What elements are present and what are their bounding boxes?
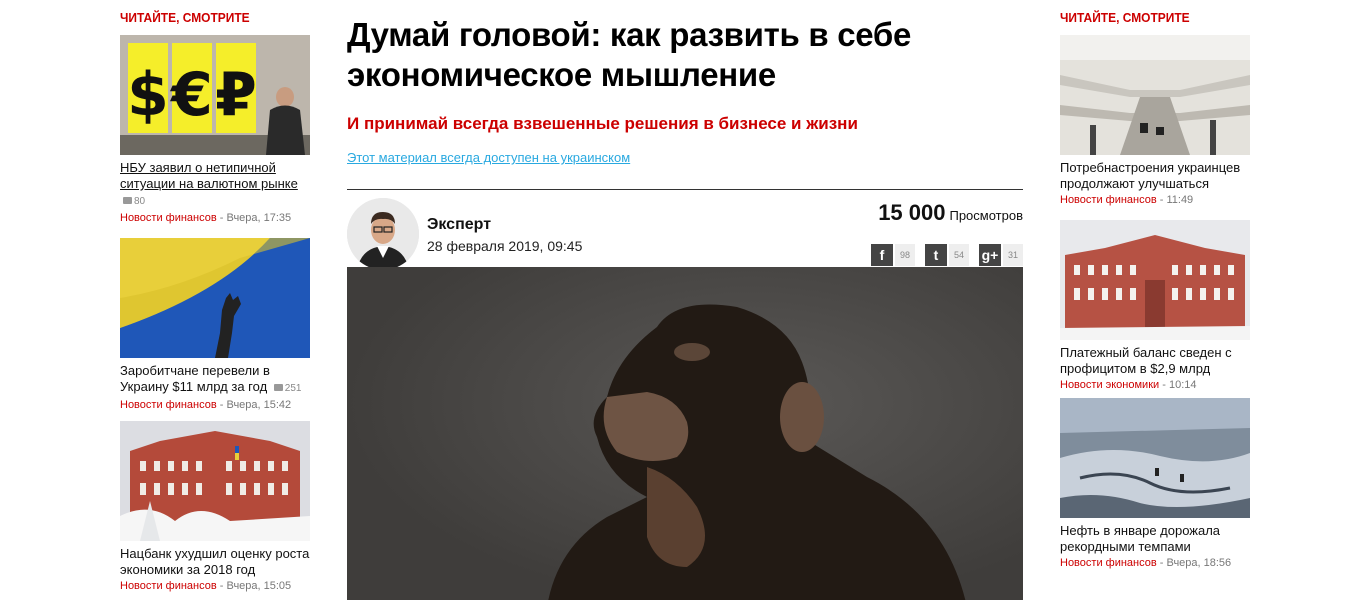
news-card[interactable]: Платежный баланс сведен с профицитом в $… bbox=[1060, 220, 1250, 392]
news-title[interactable]: НБУ заявил о нетипичной ситуации на валю… bbox=[120, 160, 298, 191]
news-category[interactable]: Новости экономики bbox=[1060, 379, 1159, 391]
article: Думай головой: как развить в себе эконом… bbox=[347, 0, 1023, 600]
news-meta: Новости финансов - Вчера, 15:05 bbox=[120, 580, 292, 592]
sidebar-heading: ЧИТАЙТЕ, СМОТРИТЕ bbox=[120, 10, 250, 25]
news-category[interactable]: Новости финансов bbox=[120, 580, 217, 592]
facebook-share[interactable]: f 98 bbox=[871, 244, 915, 266]
news-title[interactable]: Потребнастроения украинцев продолжают ул… bbox=[1060, 160, 1240, 191]
facebook-icon[interactable]: f bbox=[871, 244, 893, 266]
publish-date: 28 февраля 2019, 09:45 bbox=[427, 238, 583, 254]
news-category[interactable]: Новости финансов bbox=[120, 212, 217, 224]
ukrainian-version-link[interactable]: Этот материал всегда доступен на украинс… bbox=[347, 150, 630, 165]
news-meta: Новости финансов - Вчера, 18:56 bbox=[1060, 557, 1232, 569]
news-category[interactable]: Новости финансов bbox=[1060, 194, 1157, 206]
news-title[interactable]: Платежный баланс сведен с профицитом в $… bbox=[1060, 345, 1232, 376]
article-headline: Думай головой: как развить в себе эконом… bbox=[347, 16, 912, 93]
svg-text:₽: ₽ bbox=[215, 60, 257, 130]
news-card[interactable]: Нефть в январе дорожала рекордными темпа… bbox=[1060, 398, 1250, 570]
news-category[interactable]: Новости финансов bbox=[1060, 557, 1157, 569]
author-row: Эксперт 28 февраля 2019, 09:45 15 000 Про… bbox=[347, 190, 1023, 278]
left-sidebar: ЧИТАЙТЕ, СМОТРИТЕ $ € ₽ НБУ заявил о нет… bbox=[120, 0, 310, 593]
news-card[interactable]: Потребнастроения украинцев продолжают ул… bbox=[1060, 35, 1250, 207]
news-time: Вчера, 17:35 bbox=[226, 212, 292, 224]
news-time: 11:49 bbox=[1166, 194, 1194, 206]
googleplus-share[interactable]: g+ 31 bbox=[979, 244, 1023, 266]
news-time: 10:14 bbox=[1168, 379, 1197, 391]
news-meta: Новости финансов - 11:49 bbox=[1060, 194, 1194, 206]
news-thumbnail[interactable]: $ € ₽ bbox=[120, 35, 310, 155]
comment-count: 80 bbox=[120, 196, 145, 207]
comment-icon bbox=[123, 197, 132, 204]
svg-text:€: € bbox=[169, 60, 213, 130]
author-name[interactable]: Эксперт bbox=[427, 216, 491, 234]
twitter-icon[interactable]: t bbox=[925, 244, 947, 266]
news-thumbnail[interactable] bbox=[120, 238, 310, 358]
share-count: 54 bbox=[949, 244, 969, 266]
news-card[interactable]: $ € ₽ НБУ заявил о нетипичной ситуации н… bbox=[120, 35, 310, 225]
news-title[interactable]: Заробитчане перевели в Украину $11 млрд … bbox=[120, 363, 270, 394]
views-label: Просмотров bbox=[949, 208, 1023, 223]
sidebar-heading: ЧИТАЙТЕ, СМОТРИТЕ bbox=[1060, 10, 1190, 25]
news-thumbnail[interactable] bbox=[1060, 398, 1250, 518]
news-meta: Новости финансов - Вчера, 15:42 bbox=[120, 399, 292, 411]
news-meta: Новости экономики - 10:14 bbox=[1060, 379, 1197, 391]
twitter-share[interactable]: t 54 bbox=[925, 244, 969, 266]
news-category[interactable]: Новости финансов bbox=[120, 399, 217, 411]
share-count: 31 bbox=[1003, 244, 1023, 266]
news-card[interactable]: Заробитчане перевели в Украину $11 млрд … bbox=[120, 238, 310, 412]
article-subhead: И принимай всегда взвешенные решения в б… bbox=[347, 114, 858, 133]
share-count: 98 bbox=[895, 244, 915, 266]
news-time: Вчера, 15:42 bbox=[226, 399, 292, 411]
share-buttons: f 98 t 54 g+ 31 bbox=[871, 244, 1023, 266]
news-thumbnail[interactable] bbox=[1060, 35, 1250, 155]
right-sidebar: ЧИТАЙТЕ, СМОТРИТЕ Потребнастроения украи… bbox=[1060, 0, 1250, 570]
article-hero-image bbox=[347, 267, 1023, 600]
googleplus-icon[interactable]: g+ bbox=[979, 244, 1001, 266]
news-title[interactable]: Нацбанк ухудшил оценку роста экономики з… bbox=[120, 546, 309, 577]
news-title[interactable]: Нефть в январе дорожала рекордными темпа… bbox=[1060, 523, 1220, 554]
views-number: 15 000 bbox=[878, 200, 946, 225]
news-time: Вчера, 15:05 bbox=[226, 580, 292, 592]
comment-count: 251 bbox=[271, 383, 301, 394]
news-thumbnail[interactable] bbox=[120, 421, 310, 541]
svg-text:$: $ bbox=[127, 60, 169, 130]
news-meta: Новости финансов - Вчера, 17:35 bbox=[120, 212, 292, 224]
news-card[interactable]: Нацбанк ухудшил оценку роста экономики з… bbox=[120, 421, 310, 593]
author-avatar[interactable] bbox=[347, 198, 419, 270]
news-thumbnail[interactable] bbox=[1060, 220, 1250, 340]
comment-icon bbox=[273, 384, 283, 391]
news-time: Вчера, 18:56 bbox=[1166, 557, 1232, 569]
views-counter: 15 000 Просмотров bbox=[878, 200, 1023, 226]
